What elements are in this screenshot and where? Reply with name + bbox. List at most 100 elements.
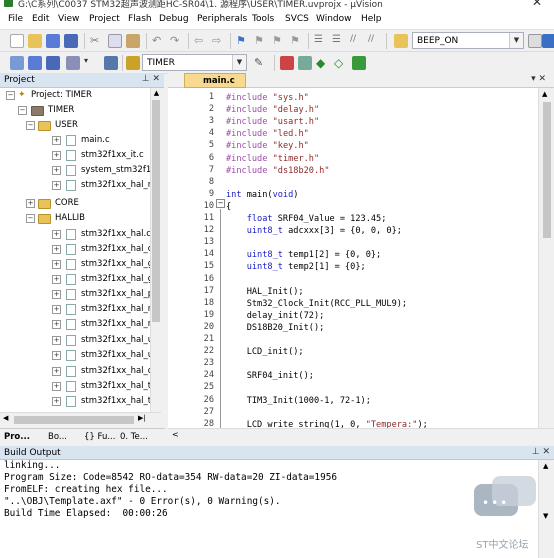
nav-back-icon[interactable]: ⇦ bbox=[194, 34, 208, 48]
new-file-icon[interactable] bbox=[10, 34, 24, 48]
menu-window[interactable]: Window bbox=[316, 14, 352, 24]
scroll-up-icon[interactable]: ▲ bbox=[542, 90, 547, 98]
tab-books[interactable]: Bo... bbox=[48, 432, 67, 442]
find-icon[interactable] bbox=[528, 34, 542, 48]
stop-build-icon[interactable]: ▾ bbox=[84, 56, 98, 70]
project-pane-header: Project ⊥ ✕ bbox=[0, 73, 164, 88]
tab-project[interactable]: Pro... bbox=[4, 432, 30, 442]
scroll-down-icon[interactable]: ▼ bbox=[543, 512, 548, 520]
file-extensions-icon[interactable] bbox=[298, 56, 312, 70]
select-packs-icon[interactable]: ◆ bbox=[316, 56, 330, 70]
code-editor[interactable]: − #include "sys.h" #include "delay.h" #inc… bbox=[168, 88, 554, 428]
toolbar-build: ▾ TIMER ▼ ✎ ◆ ◇ bbox=[0, 52, 554, 74]
uncomment-icon[interactable]: // bbox=[368, 34, 382, 48]
comment-icon[interactable]: // bbox=[350, 34, 364, 48]
scroll-left-icon[interactable]: ◀ bbox=[3, 414, 8, 422]
pane-controls[interactable]: ⊥ ✕ bbox=[142, 74, 160, 84]
translate-icon[interactable] bbox=[10, 56, 24, 70]
line-number: 13 bbox=[203, 237, 214, 248]
tab-main-c[interactable]: main.c bbox=[184, 73, 246, 88]
tab-templates[interactable]: 0. Te... bbox=[120, 432, 148, 442]
scroll-thumb[interactable] bbox=[14, 416, 134, 424]
incremental-find-icon[interactable] bbox=[542, 34, 554, 48]
scroll-up-icon[interactable]: ▲ bbox=[152, 89, 161, 98]
tree-hscrollbar[interactable]: ◀ ▶| bbox=[0, 412, 161, 426]
scroll-thumb[interactable] bbox=[152, 100, 160, 322]
menu-svcs[interactable]: SVCS bbox=[285, 14, 309, 24]
line-number: 22 bbox=[203, 346, 214, 357]
file-icon bbox=[66, 335, 76, 346]
download-icon[interactable] bbox=[104, 56, 118, 70]
chevron-down-icon[interactable]: ▼ bbox=[509, 33, 523, 48]
target-options-icon[interactable]: ✎ bbox=[254, 56, 268, 70]
app-icon bbox=[4, 0, 13, 7]
redo-icon[interactable]: ↷ bbox=[170, 34, 184, 48]
menu-project[interactable]: Project bbox=[89, 14, 120, 24]
expand-icon[interactable]: + bbox=[26, 199, 35, 208]
scroll-thumb[interactable] bbox=[543, 102, 551, 238]
menu-peripherals[interactable]: Peripherals bbox=[197, 14, 247, 24]
tab-menu-icon[interactable]: ▾ ✕ bbox=[531, 74, 546, 84]
menu-edit[interactable]: Edit bbox=[32, 14, 49, 24]
close-icon[interactable]: ✕ bbox=[532, 0, 542, 9]
find-in-files-icon[interactable] bbox=[394, 34, 408, 48]
file-icon bbox=[66, 165, 76, 176]
menu-tools[interactable]: Tools bbox=[252, 14, 274, 24]
save-all-icon[interactable] bbox=[64, 34, 78, 48]
save-icon[interactable] bbox=[46, 34, 60, 48]
code-line: int main(void) bbox=[226, 189, 299, 200]
rebuild-icon[interactable] bbox=[46, 56, 60, 70]
pack-installer-icon[interactable]: ◇ bbox=[334, 56, 348, 70]
chevron-down-icon[interactable]: ▼ bbox=[232, 55, 246, 70]
toolbar-file: ✂ ↶ ↷ ⇦ ⇨ ⚑ ⚑ ⚑ ⚑ ☰ ☰ // // BEEP_ON ▼ bbox=[0, 30, 554, 52]
prev-bookmark-icon[interactable]: ⚑ bbox=[254, 34, 268, 48]
undo-icon[interactable]: ↶ bbox=[152, 34, 166, 48]
cut-icon[interactable]: ✂ bbox=[90, 34, 104, 48]
menu-file[interactable]: File bbox=[8, 14, 23, 24]
code-line: uint8_t temp1[2] = {0, 0}; bbox=[246, 250, 382, 261]
load-icon[interactable] bbox=[126, 56, 140, 70]
watermark-text: ST中文论坛 bbox=[476, 540, 529, 551]
code-line: #include "ds18b20.h" bbox=[226, 165, 330, 176]
editor-vscrollbar[interactable]: ▲ bbox=[538, 88, 554, 428]
manage-components-icon[interactable] bbox=[280, 56, 294, 70]
menu-view[interactable]: View bbox=[58, 14, 79, 24]
line-number: 15 bbox=[203, 261, 214, 272]
open-folder-icon[interactable] bbox=[28, 34, 42, 48]
batch-build-icon[interactable] bbox=[66, 56, 80, 70]
collapse-icon[interactable]: − bbox=[18, 106, 27, 115]
menu-debug[interactable]: Debug bbox=[159, 14, 189, 24]
nav-forward-icon[interactable]: ⇨ bbox=[212, 34, 226, 48]
tree-scrollbar[interactable]: ▲ bbox=[150, 88, 161, 412]
editor-hscrollbar[interactable]: < bbox=[168, 428, 554, 442]
line-number: 27 bbox=[203, 406, 214, 417]
scroll-left-icon[interactable]: < bbox=[172, 430, 179, 439]
paste-icon[interactable] bbox=[126, 34, 140, 48]
bookmark-icon[interactable]: ⚑ bbox=[236, 34, 250, 48]
tab-functions[interactable]: {} Fu... bbox=[84, 432, 115, 442]
pane-controls[interactable]: ⊥ ✕ bbox=[532, 447, 550, 457]
collapse-icon[interactable]: − bbox=[26, 214, 35, 223]
collapse-icon[interactable]: − bbox=[26, 121, 35, 130]
file-icon bbox=[66, 381, 76, 392]
unindent-icon[interactable]: ☰ bbox=[332, 34, 346, 48]
scroll-right-icon[interactable]: ▶| bbox=[138, 414, 146, 422]
menu-help[interactable]: Help bbox=[361, 14, 382, 24]
find-combo[interactable]: BEEP_ON ▼ bbox=[412, 32, 524, 49]
target-combo[interactable]: TIMER ▼ bbox=[142, 54, 247, 71]
build-icon[interactable] bbox=[28, 56, 42, 70]
copy-icon[interactable] bbox=[108, 34, 122, 48]
run-time-environment-icon[interactable] bbox=[352, 56, 366, 70]
build-output-title: Build Output bbox=[4, 448, 61, 458]
target-combo-value: TIMER bbox=[147, 58, 175, 68]
build-line: FromELF: creating hex file... bbox=[4, 484, 168, 495]
collapse-icon[interactable]: − bbox=[6, 91, 15, 100]
indent-icon[interactable]: ☰ bbox=[314, 34, 328, 48]
clear-bookmarks-icon[interactable]: ⚑ bbox=[290, 34, 304, 48]
next-bookmark-icon[interactable]: ⚑ bbox=[272, 34, 286, 48]
fold-icon[interactable]: − bbox=[216, 199, 225, 208]
build-vscrollbar[interactable]: ▲ ▼ bbox=[538, 460, 554, 558]
menu-flash[interactable]: Flash bbox=[128, 14, 152, 24]
watermark-logo: ••• bbox=[474, 476, 536, 524]
scroll-up-icon[interactable]: ▲ bbox=[543, 462, 548, 470]
